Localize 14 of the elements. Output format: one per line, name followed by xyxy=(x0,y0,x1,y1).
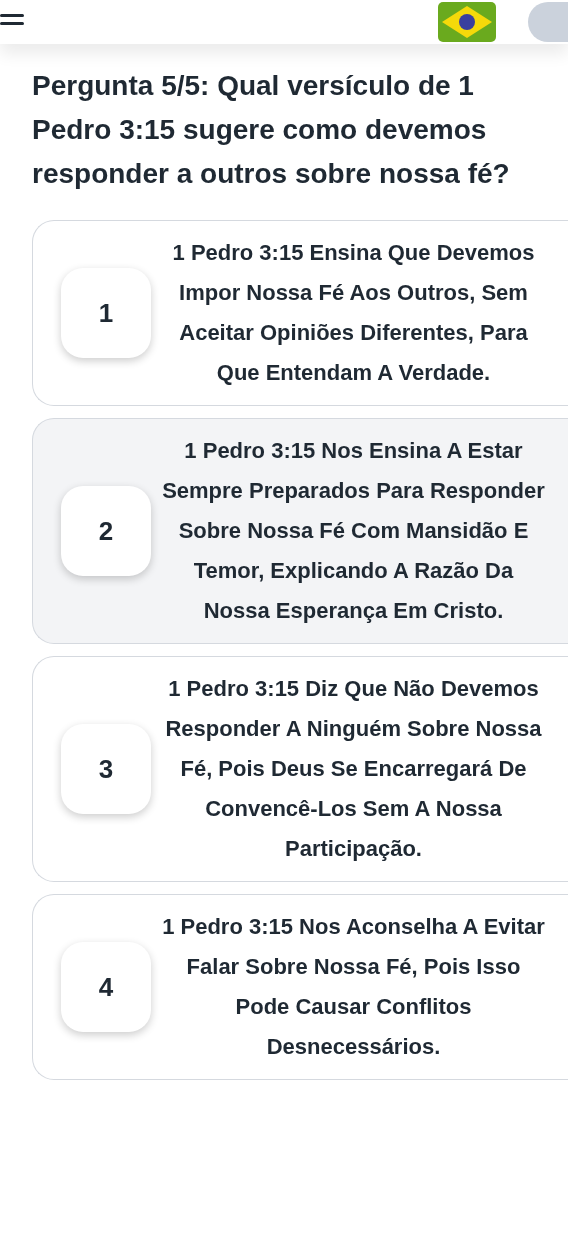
answer-option[interactable]: 2 1 Pedro 3:15 Nos Ensina A Estar Sempre Preparados Para Responder Sobre Nossa Fé Com Mansidão E Temor, Explicando A Razão Da Nossa Esperança Em Cristo. xyxy=(32,418,568,644)
option-text: 1 Pedro 3:15 Nos Aconselha A Evitar Falar Sobre Nossa Fé, Pois Isso Pode Causar Conflitos Desnecessários. xyxy=(161,913,546,1061)
answer-option[interactable]: 3 1 Pedro 3:15 Diz Que Não Devemos Responder A Ninguém Sobre Nossa Fé, Pois Deus Se Encarregará De Convencê-Los Sem A Nossa Participação. xyxy=(32,656,568,882)
option-text: 1 Pedro 3:15 Ensina Que Devemos Impor Nossa Fé Aos Outros, Sem Aceitar Opiniões Diferentes, Para Que Entendam A Verdade. xyxy=(171,239,536,387)
option-number: 1 xyxy=(61,268,151,358)
option-text: 1 Pedro 3:15 Nos Ensina A Estar Sempre Preparados Para Responder Sobre Nossa Fé Com Mansidão E Temor, Explicando A Razão Da Nossa Esperança Em Cristo. xyxy=(161,437,546,625)
option-text: 1 Pedro 3:15 Diz Que Não Devemos Responder A Ninguém Sobre Nossa Fé, Pois Deus Se Encarregará De Convencê-Los Sem A Nossa Participação. xyxy=(164,675,543,863)
option-number: 4 xyxy=(61,942,151,1032)
question-text: Pergunta 5/5: Qual versículo de 1 Pedro 3:15 sugere como devemos responder a outros sobre nossa fé? xyxy=(31,69,511,191)
option-number: 3 xyxy=(61,724,151,814)
flag-icon[interactable] xyxy=(438,2,496,42)
option-number: 2 xyxy=(61,486,151,576)
answer-option[interactable]: 4 1 Pedro 3:15 Nos Aconselha A Evitar Falar Sobre Nossa Fé, Pois Isso Pode Causar Conflitos Desnecessários. xyxy=(32,894,568,1080)
answer-option[interactable]: 1 1 Pedro 3:15 Ensina Que Devemos Impor Nossa Fé Aos Outros, Sem Aceitar Opiniões Diferentes, Para Que Entendam A Verdade. xyxy=(32,220,568,406)
